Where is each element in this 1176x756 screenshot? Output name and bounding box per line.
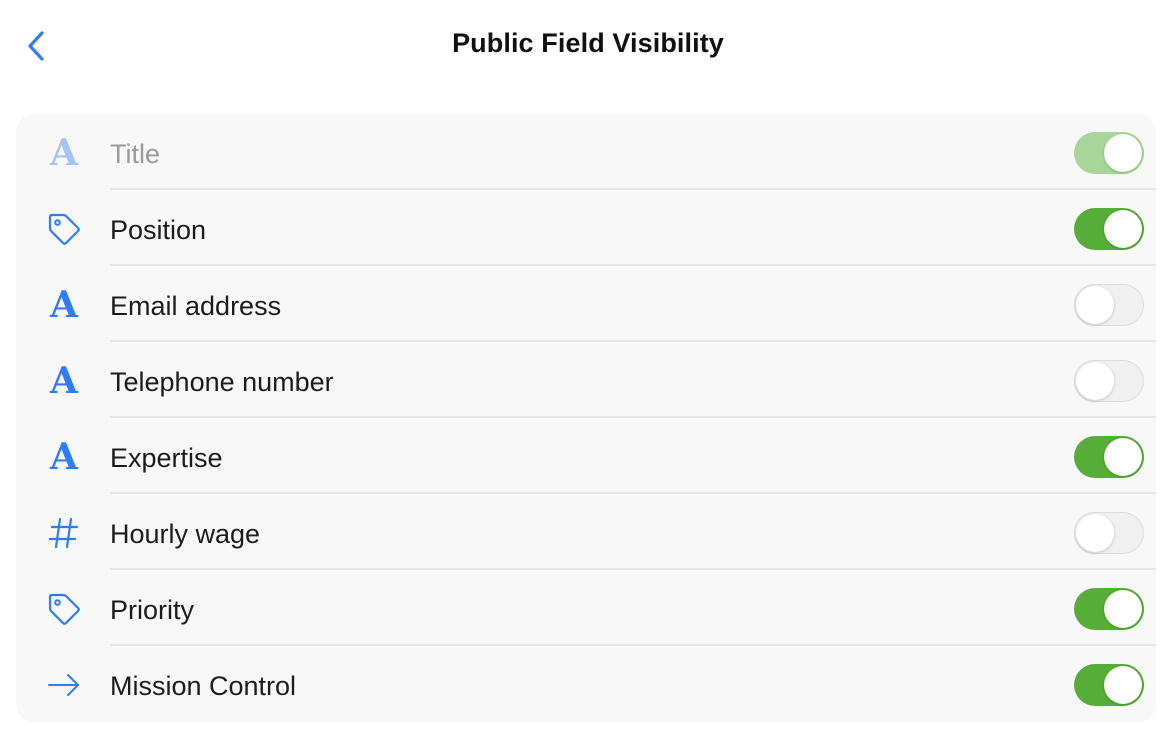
visibility-toggle-expertise[interactable] (1074, 436, 1144, 478)
visibility-toggle-hourly-wage[interactable] (1074, 512, 1144, 554)
field-label: Expertise (110, 443, 223, 473)
field-label: Position (110, 215, 207, 245)
field-row-telephone: A Telephone number (16, 342, 1156, 418)
field-row-title: A Title (16, 114, 1156, 190)
hash-icon (44, 513, 84, 553)
tag-icon (44, 209, 84, 249)
field-row-expertise: A Expertise (16, 418, 1156, 494)
visibility-toggle-position[interactable] (1074, 208, 1144, 250)
field-list: A Title Position A Email address A Telephone n… (16, 114, 1156, 722)
text-a-icon: A (50, 360, 78, 402)
visibility-toggle-email[interactable] (1074, 284, 1144, 326)
toggle-knob (1104, 134, 1142, 172)
toggle-knob (1104, 590, 1142, 628)
text-a-icon: A (50, 284, 78, 326)
field-label: Title (110, 139, 161, 169)
toggle-knob (1104, 210, 1142, 248)
arrow-right-icon (44, 665, 84, 705)
field-row-email: A Email address (16, 266, 1156, 342)
field-row-mission-control: Mission Control (16, 646, 1156, 722)
page-title: Public Field Visibility (452, 28, 724, 58)
toggle-knob (1076, 285, 1114, 324)
field-visibility-screen: Public Field Visibility A Title Position A E… (0, 0, 1176, 756)
toggle-knob (1104, 666, 1142, 704)
field-label: Email address (110, 291, 282, 321)
navigation-bar: Public Field Visibility (0, 0, 1176, 92)
field-label: Mission Control (110, 671, 297, 701)
field-row-priority: Priority (16, 570, 1156, 646)
toggle-knob (1104, 438, 1142, 476)
text-a-icon: A (50, 132, 78, 174)
field-label: Hourly wage (110, 519, 261, 549)
field-label: Priority (110, 595, 195, 625)
tag-icon (44, 589, 84, 629)
toggle-knob (1076, 361, 1114, 400)
visibility-toggle-priority[interactable] (1074, 588, 1144, 630)
visibility-toggle-telephone[interactable] (1074, 360, 1144, 402)
field-row-hourly-wage: Hourly wage (16, 494, 1156, 570)
text-a-icon: A (50, 436, 78, 478)
visibility-toggle-title (1074, 132, 1144, 174)
toggle-knob (1076, 513, 1114, 552)
visibility-toggle-mission-control[interactable] (1074, 664, 1144, 706)
field-row-position: Position (16, 190, 1156, 266)
field-label: Telephone number (110, 367, 334, 397)
